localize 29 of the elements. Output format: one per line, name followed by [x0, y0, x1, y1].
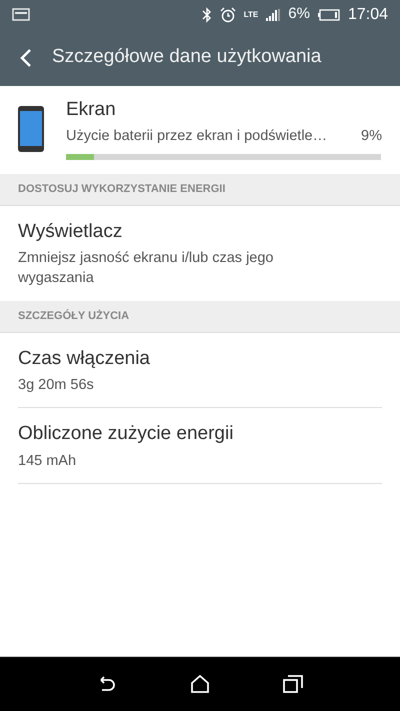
bluetooth-icon — [202, 6, 212, 22]
item-subtitle: Zmniejsz jasność ekranu i/lub czas jego wygaszania — [18, 249, 274, 288]
clock: 17:04 — [348, 4, 388, 24]
home-button[interactable] — [191, 675, 209, 693]
section-header: DOSTOSUJ WYKORZYSTANIE ENERGII — [0, 174, 400, 206]
usage-percent: 9% — [361, 126, 382, 146]
app-title: Ekran — [66, 98, 117, 122]
section-header: SZCZEGÓŁY UŻYCIA — [0, 300, 400, 333]
app-subtitle: Użycie baterii przez ekran i podświetle… — [66, 126, 328, 146]
home-icon — [191, 675, 209, 693]
recent-apps-button[interactable] — [283, 675, 303, 693]
phone-icon — [18, 106, 44, 152]
signal-icon — [266, 8, 280, 20]
item-subtitle: 145 mAh — [18, 452, 78, 471]
chevron-left-icon — [20, 48, 32, 68]
list-item[interactable]: Czas włączenia 3g 20m 56s — [18, 332, 382, 408]
page-title: Szczegółowe dane użytkowania — [52, 45, 322, 70]
notification-icon — [12, 8, 30, 21]
battery-percent: 6% — [288, 4, 310, 24]
item-title: Czas włączenia — [18, 346, 151, 371]
network-type: LTE — [244, 10, 258, 18]
battery-icon — [318, 8, 340, 20]
item-title: Wyświetlacz — [18, 220, 124, 244]
alarm-icon — [220, 6, 236, 22]
list-item[interactable]: Wyświetlacz Zmniejsz jasność ekranu i/lub czas jego wygaszania — [18, 206, 382, 301]
list-item[interactable]: Obliczone zużycie energii 145 mAh — [18, 408, 382, 484]
item-title: Obliczone zużycie energii — [18, 422, 234, 446]
recent-apps-icon — [283, 675, 303, 693]
item-subtitle: 3g 20m 56s — [18, 376, 95, 396]
